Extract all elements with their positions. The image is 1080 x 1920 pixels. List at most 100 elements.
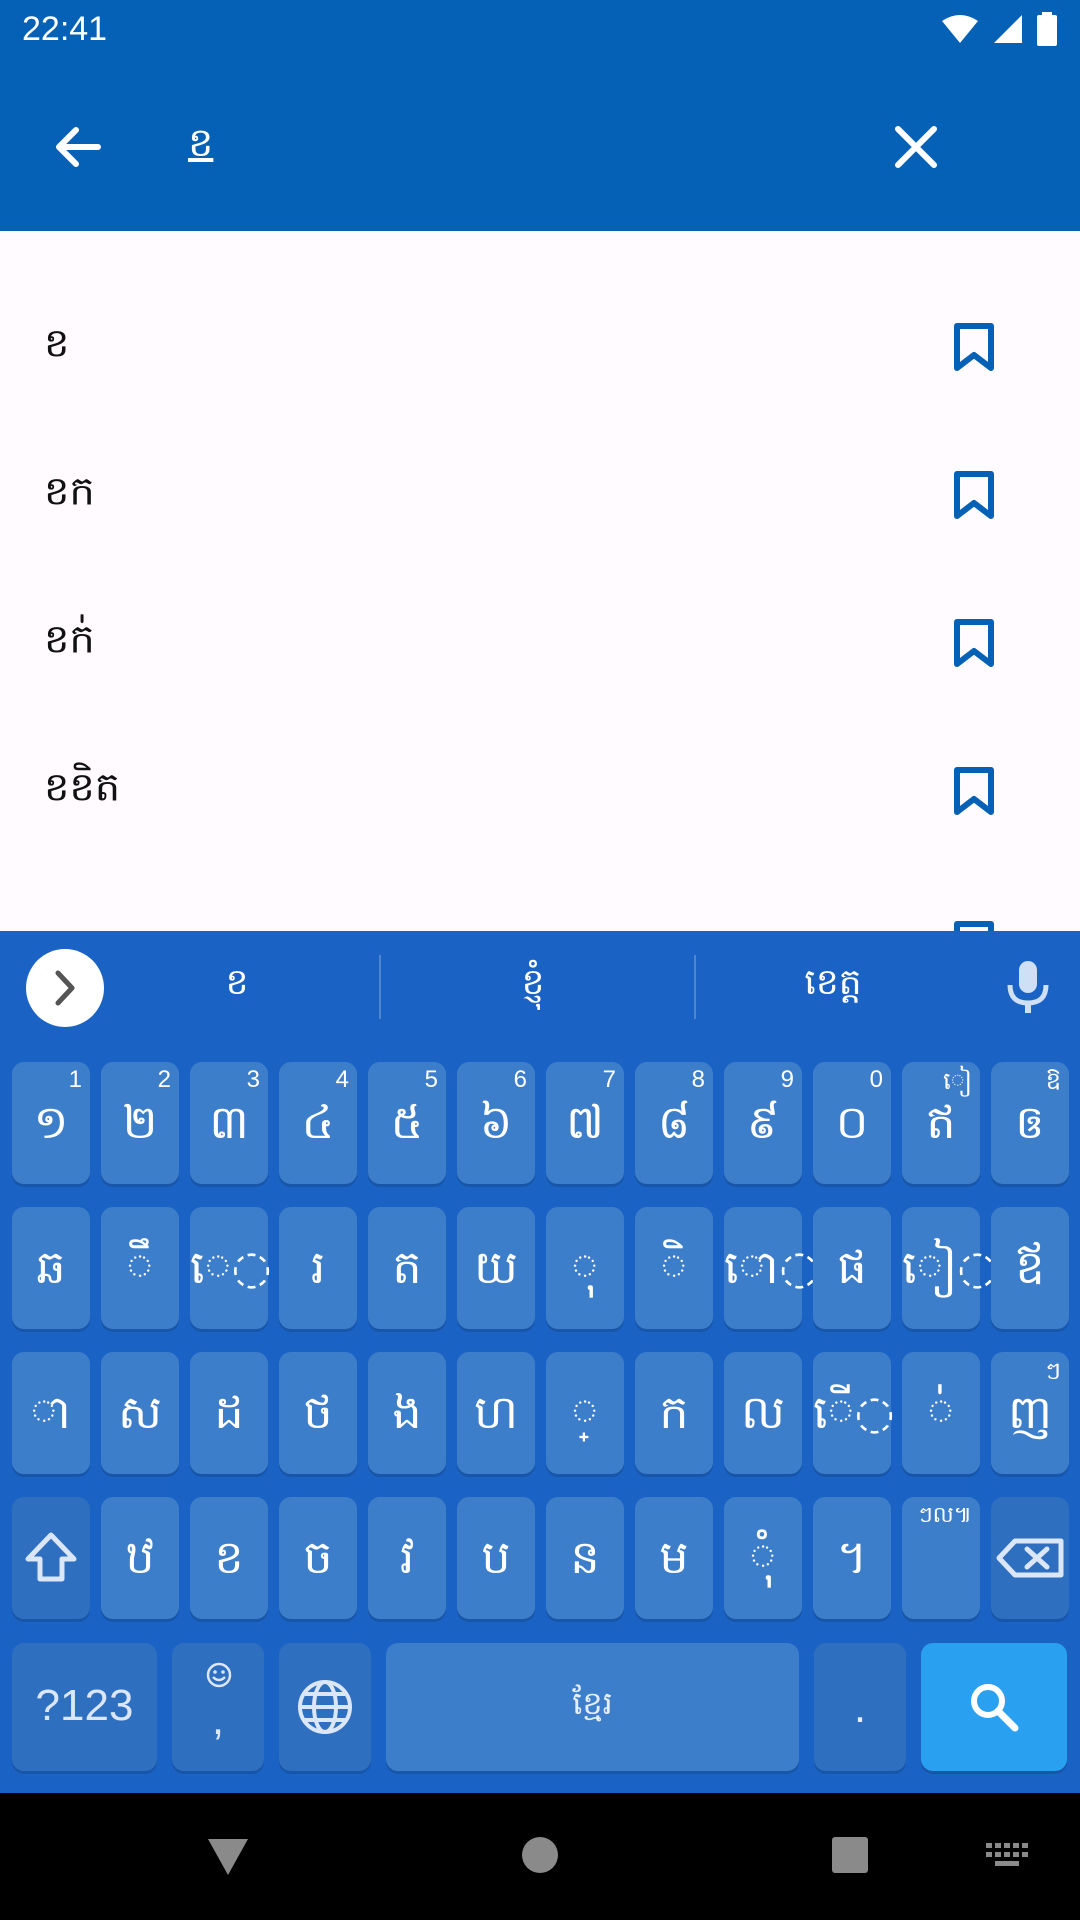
key[interactable]: ៩9	[724, 1062, 802, 1184]
key[interactable]: ◌្	[546, 1352, 624, 1474]
comma-label: ,	[211, 1695, 225, 1744]
result-word: ខក	[44, 468, 95, 515]
results-list: ខ ខក ខក់ ខខិត	[0, 231, 1080, 931]
expand-suggestions-button[interactable]	[26, 949, 104, 1027]
key[interactable]: ៤4	[279, 1062, 357, 1184]
bookmark-icon[interactable]	[952, 767, 996, 815]
keyboard-switch-icon[interactable]	[986, 1843, 1030, 1871]
result-word: ខក់	[44, 616, 95, 663]
microphone-icon[interactable]	[1000, 959, 1056, 1015]
key[interactable]: ញៗ	[991, 1352, 1069, 1474]
key[interactable]: ង	[368, 1352, 446, 1474]
bookmark-icon[interactable]	[952, 921, 996, 931]
bookmark-icon[interactable]	[952, 619, 996, 667]
home-nav-icon[interactable]	[520, 1835, 560, 1875]
cellular-signal-icon	[994, 15, 1022, 43]
back-arrow-icon[interactable]	[48, 117, 108, 177]
key[interactable]: ៧7	[546, 1062, 624, 1184]
key[interactable]: ហ	[457, 1352, 535, 1474]
bookmark-icon[interactable]	[952, 471, 996, 519]
key[interactable]: ឆ	[12, 1207, 90, 1329]
key[interactable]: ៣3	[190, 1062, 268, 1184]
emoji-comma-key[interactable]: ,	[172, 1643, 264, 1771]
back-nav-icon[interactable]	[204, 1835, 252, 1879]
key[interactable]: យ	[457, 1207, 535, 1329]
list-item[interactable]: ខខិត	[0, 717, 1080, 865]
backspace-key[interactable]	[991, 1497, 1069, 1619]
status-time: 22:41	[22, 10, 108, 48]
wifi-icon	[942, 15, 978, 43]
key[interactable]: ើ◌	[813, 1352, 895, 1474]
suggestion-1[interactable]: ខ	[137, 959, 337, 1012]
system-nav-bar	[0, 1793, 1080, 1920]
key[interactable]: ១1	[12, 1062, 90, 1184]
key[interactable]: ៗល៕	[902, 1497, 980, 1619]
space-key[interactable]: ខ្មែរ	[386, 1643, 799, 1771]
space-label: ខ្មែរ	[572, 1684, 613, 1722]
soft-keyboard: ខ ខ្ញុំ ខេត្ត ១1 ២2 ៣3 ៤4 ៥5 ៦6 ៧7 ៨8 ៩9…	[0, 931, 1080, 1793]
key[interactable]: ឋ	[101, 1497, 179, 1619]
suggestion-divider	[379, 955, 381, 1019]
shift-key[interactable]	[12, 1497, 90, 1619]
suggestion-2[interactable]: ខ្ញុំ	[433, 959, 633, 1012]
key[interactable]: ដ	[190, 1352, 268, 1474]
key[interactable]: ៥5	[368, 1062, 446, 1184]
key[interactable]: ខ	[190, 1497, 268, 1619]
key[interactable]: ល	[724, 1352, 802, 1474]
key[interactable]: ថ	[279, 1352, 357, 1474]
key[interactable]: ◌ឹ	[101, 1207, 179, 1329]
search-key[interactable]	[921, 1643, 1067, 1771]
suggestion-3[interactable]: ខេត្ត	[733, 959, 933, 1012]
key[interactable]: ត	[368, 1207, 446, 1329]
result-word: ខ	[44, 320, 70, 367]
search-icon	[971, 1684, 1019, 1732]
key[interactable]: ២2	[101, 1062, 179, 1184]
list-item[interactable]: ខ	[0, 273, 1080, 421]
key[interactable]: ច	[279, 1497, 357, 1619]
key[interactable]: ន	[546, 1497, 624, 1619]
status-bar: 22:41	[0, 0, 1080, 63]
key[interactable]: ស	[101, 1352, 179, 1474]
key[interactable]: ◌ុ	[546, 1207, 624, 1329]
key[interactable]: ៦6	[457, 1062, 535, 1184]
key[interactable]: ◌ា	[12, 1352, 90, 1474]
key[interactable]: រ	[279, 1207, 357, 1329]
key[interactable]: វ	[368, 1497, 446, 1619]
search-app-bar: ខ	[0, 63, 1080, 231]
key[interactable]: ◌ុំ	[724, 1497, 802, 1619]
key[interactable]: ០0	[813, 1062, 891, 1184]
key[interactable]: ◌់	[902, 1352, 980, 1474]
clear-icon[interactable]	[884, 115, 948, 179]
key[interactable]: ឥៀ	[902, 1062, 980, 1184]
backspace-icon	[996, 1538, 1064, 1578]
key[interactable]: ៀ◌	[902, 1207, 997, 1329]
smiley-icon	[206, 1662, 232, 1688]
key[interactable]: ោ◌	[724, 1207, 819, 1329]
period-key[interactable]: .	[814, 1643, 906, 1771]
result-word: ខខិត	[44, 764, 121, 811]
key[interactable]: ប	[457, 1497, 535, 1619]
suggestion-strip: ខ ខ្ញុំ ខេត្ត	[0, 931, 1080, 1041]
key[interactable]: ៨8	[635, 1062, 713, 1184]
key[interactable]: ឪ	[991, 1207, 1069, 1329]
shift-icon	[25, 1532, 77, 1582]
key[interactable]: ម	[635, 1497, 713, 1619]
key[interactable]: ។	[813, 1497, 891, 1619]
bookmark-icon[interactable]	[952, 323, 996, 371]
search-input[interactable]: ខ	[188, 117, 213, 176]
status-icons	[940, 12, 1058, 46]
language-key[interactable]	[279, 1643, 371, 1771]
chevron-right-icon	[55, 970, 75, 1006]
symbols-label: ?123	[35, 1681, 134, 1730]
period-label: .	[853, 1683, 867, 1732]
key[interactable]: ឲឱ	[991, 1062, 1069, 1184]
key[interactable]: ផ	[813, 1207, 891, 1329]
suggestion-divider	[694, 955, 696, 1019]
key[interactable]: េ◌	[190, 1207, 272, 1329]
key[interactable]: ក	[635, 1352, 713, 1474]
list-item[interactable]: ខក	[0, 421, 1080, 569]
symbols-key[interactable]: ?123	[12, 1643, 157, 1771]
list-item[interactable]: ខក់	[0, 569, 1080, 717]
key[interactable]: ◌ិ	[635, 1207, 713, 1329]
recents-nav-icon[interactable]	[830, 1835, 870, 1875]
